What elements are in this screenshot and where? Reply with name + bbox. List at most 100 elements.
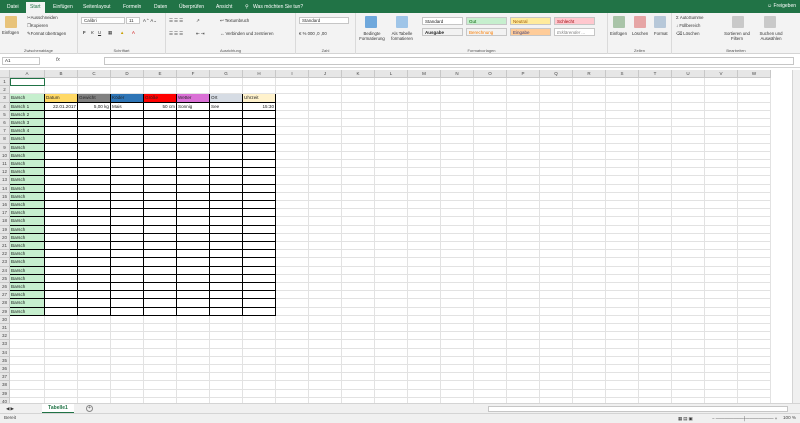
- cell[interactable]: [738, 119, 771, 128]
- cell[interactable]: [375, 119, 408, 128]
- cell[interactable]: [672, 356, 705, 365]
- fish-name-cell[interactable]: Barsch: [10, 151, 45, 160]
- cell[interactable]: [78, 307, 111, 316]
- cell[interactable]: [573, 291, 606, 300]
- cell[interactable]: [144, 266, 177, 275]
- cell[interactable]: [639, 110, 672, 119]
- cell[interactable]: [243, 324, 276, 333]
- cell[interactable]: [474, 258, 507, 267]
- cell[interactable]: [177, 184, 210, 193]
- cell[interactable]: [276, 225, 309, 234]
- cell[interactable]: [177, 242, 210, 251]
- cell[interactable]: [606, 102, 639, 111]
- cell[interactable]: [705, 86, 738, 95]
- cell[interactable]: [78, 250, 111, 259]
- cell[interactable]: [177, 233, 210, 242]
- cell[interactable]: [705, 315, 738, 324]
- cell[interactable]: [540, 143, 573, 152]
- cell[interactable]: [705, 176, 738, 185]
- wrap-text-button[interactable]: ↩ Textumbruch: [220, 18, 249, 24]
- cell[interactable]: [45, 299, 78, 308]
- cell[interactable]: [639, 258, 672, 267]
- cell[interactable]: [210, 315, 243, 324]
- cell[interactable]: [45, 332, 78, 341]
- cell[interactable]: [738, 274, 771, 283]
- cell[interactable]: [606, 381, 639, 390]
- cell[interactable]: [705, 242, 738, 251]
- cell[interactable]: [78, 119, 111, 128]
- column-header[interactable]: O: [474, 70, 507, 78]
- cell[interactable]: [672, 127, 705, 136]
- font-color-icon[interactable]: A: [132, 30, 135, 35]
- cell[interactable]: [342, 143, 375, 152]
- cell[interactable]: [474, 160, 507, 169]
- cell[interactable]: [45, 160, 78, 169]
- cell[interactable]: [606, 274, 639, 283]
- row-header[interactable]: 12: [0, 168, 10, 177]
- row-header[interactable]: 34: [0, 348, 10, 357]
- fish-name-cell[interactable]: Barsch: [10, 168, 45, 177]
- cell[interactable]: [210, 192, 243, 201]
- cell[interactable]: [342, 209, 375, 218]
- cell[interactable]: [606, 143, 639, 152]
- cell[interactable]: [276, 135, 309, 144]
- cell[interactable]: [540, 192, 573, 201]
- copy-button[interactable]: ❐Kopieren: [27, 23, 48, 29]
- cell[interactable]: [408, 332, 441, 341]
- cell[interactable]: [441, 94, 474, 103]
- cell[interactable]: [78, 348, 111, 357]
- cell[interactable]: [375, 373, 408, 382]
- row-header[interactable]: 26: [0, 283, 10, 292]
- cell[interactable]: [738, 94, 771, 103]
- cell[interactable]: [441, 373, 474, 382]
- cell[interactable]: [243, 250, 276, 259]
- cell[interactable]: [606, 168, 639, 177]
- cell[interactable]: [144, 340, 177, 349]
- cell[interactable]: [210, 283, 243, 292]
- cell[interactable]: [45, 307, 78, 316]
- row-header[interactable]: 8: [0, 135, 10, 144]
- cell[interactable]: [210, 373, 243, 382]
- cell[interactable]: [276, 373, 309, 382]
- cell[interactable]: [540, 184, 573, 193]
- cell[interactable]: [705, 266, 738, 275]
- cell[interactable]: [78, 110, 111, 119]
- style-neutral[interactable]: Neutral: [510, 17, 551, 25]
- data-cell[interactable]: 50 cm: [144, 102, 177, 111]
- cell[interactable]: [408, 233, 441, 242]
- cell[interactable]: [144, 381, 177, 390]
- cell[interactable]: [738, 307, 771, 316]
- align-left-icon[interactable]: ☰ ☰ ☰: [169, 31, 183, 37]
- cell[interactable]: [507, 291, 540, 300]
- delete-cells-button[interactable]: Löschen: [632, 31, 648, 36]
- cell[interactable]: [375, 160, 408, 169]
- cell[interactable]: [441, 348, 474, 357]
- cell[interactable]: [540, 258, 573, 267]
- cell[interactable]: [606, 119, 639, 128]
- cell[interactable]: [45, 127, 78, 136]
- cell[interactable]: [111, 283, 144, 292]
- cell[interactable]: [738, 78, 771, 87]
- cell[interactable]: [111, 135, 144, 144]
- cell[interactable]: [243, 86, 276, 95]
- cell[interactable]: [45, 86, 78, 95]
- cell[interactable]: [45, 201, 78, 210]
- cell[interactable]: [441, 258, 474, 267]
- cell[interactable]: [573, 356, 606, 365]
- select-all-corner[interactable]: [0, 70, 10, 78]
- cell[interactable]: [210, 217, 243, 226]
- cell[interactable]: [276, 209, 309, 218]
- cell[interactable]: [78, 315, 111, 324]
- cell[interactable]: [507, 365, 540, 374]
- cell[interactable]: [738, 225, 771, 234]
- cell[interactable]: [639, 217, 672, 226]
- cell[interactable]: [705, 94, 738, 103]
- cell[interactable]: [573, 135, 606, 144]
- cell[interactable]: [375, 78, 408, 87]
- row-header[interactable]: 11: [0, 160, 10, 169]
- grow-font-button[interactable]: A⌃ A⌄: [143, 18, 157, 24]
- cell[interactable]: [573, 299, 606, 308]
- cell[interactable]: [342, 381, 375, 390]
- cell[interactable]: [45, 242, 78, 251]
- column-header[interactable]: F: [177, 70, 210, 78]
